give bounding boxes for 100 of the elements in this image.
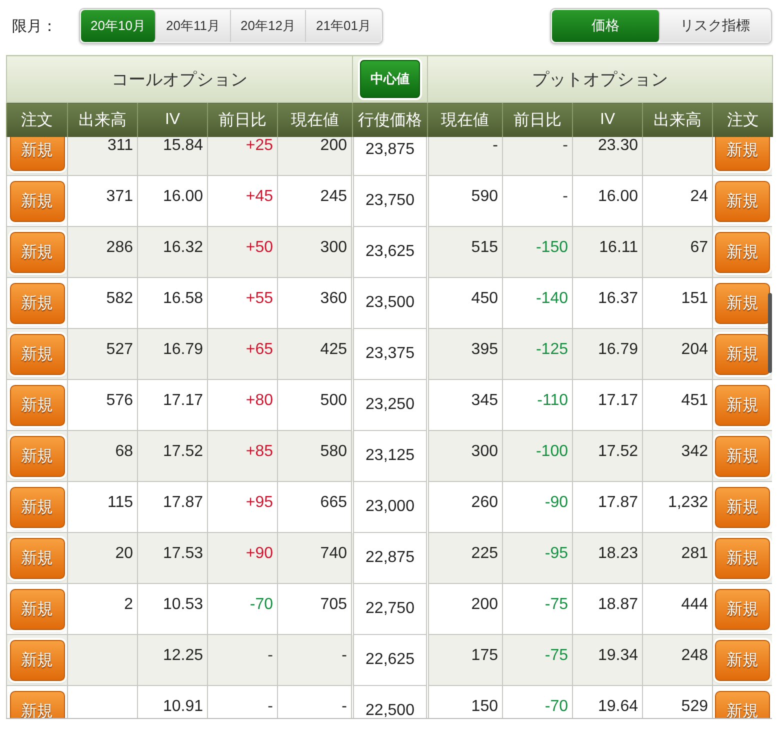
table-cell: 395 [471, 341, 498, 358]
new-order-button[interactable]: 新規 [715, 232, 770, 272]
scrollbar-thumb[interactable] [768, 293, 772, 373]
view-tab[interactable]: 価格 [552, 10, 660, 42]
column-header: 前日比 [502, 102, 573, 137]
table-cell: +85 [246, 443, 273, 460]
new-order-button[interactable]: 新規 [715, 588, 770, 630]
table-cell: 204 [681, 341, 708, 358]
table-cell: 175 [471, 647, 498, 664]
center-value-button[interactable]: 中心値 [360, 60, 420, 98]
column-header: 前日比 [208, 102, 278, 137]
new-order-button[interactable]: 新規 [10, 690, 64, 718]
column-header: 注文 [6, 102, 68, 137]
call-option-heading: コールオプション [6, 56, 353, 102]
strike-price: 23,125 [366, 447, 414, 464]
table-cell: -70 [544, 698, 568, 715]
table-cell: 16.58 [162, 290, 203, 307]
table-cell: 444 [681, 596, 708, 613]
strike-price: 23,375 [366, 345, 414, 362]
view-tab[interactable]: リスク指標 [660, 10, 770, 42]
table-cell: +95 [246, 494, 273, 511]
new-order-button[interactable]: 新規 [10, 588, 64, 630]
new-order-button[interactable]: 新規 [10, 232, 64, 272]
table-cell: 311 [107, 137, 133, 154]
table-cell: 2 [124, 596, 133, 613]
table-cell: 248 [681, 647, 708, 664]
table-cell: 16.79 [598, 341, 638, 358]
table-cell: 200 [320, 137, 347, 154]
new-order-button[interactable]: 新規 [10, 282, 64, 324]
table-cell: +50 [246, 239, 273, 256]
table-cell: 576 [106, 392, 133, 409]
new-order-button[interactable]: 新規 [10, 137, 64, 170]
strike-price: 23,250 [366, 396, 414, 413]
table-cell: 150 [471, 698, 498, 715]
strike-price: 22,500 [366, 702, 414, 718]
table-cell: -75 [544, 596, 568, 613]
new-order-button[interactable]: 新規 [10, 180, 64, 222]
table-cell: 16.37 [598, 290, 638, 307]
month-tab[interactable]: 21年01月 [306, 10, 381, 42]
table-cell: -75 [544, 647, 568, 664]
new-order-button[interactable]: 新規 [10, 486, 64, 528]
table-cell: -110 [537, 392, 568, 409]
new-order-button[interactable]: 新規 [10, 384, 64, 426]
column-header: 出来高 [642, 102, 713, 137]
month-tab[interactable]: 20年10月 [81, 10, 156, 42]
table-cell: 68 [115, 443, 133, 460]
new-order-button[interactable]: 新規 [10, 436, 64, 476]
table-cell: 16.11 [599, 239, 638, 256]
strike-price: 23,875 [366, 141, 414, 158]
table-cell: 529 [681, 698, 708, 715]
new-order-button[interactable]: 新規 [715, 180, 770, 222]
table-cell: 17.17 [162, 392, 203, 409]
table-cell: 20 [115, 545, 133, 562]
table-cell: +65 [246, 341, 273, 358]
new-order-button[interactable]: 新規 [715, 334, 770, 374]
table-cell: -100 [536, 443, 568, 460]
table-cell: 451 [681, 392, 708, 409]
table-cell: 17.87 [162, 494, 203, 511]
column-header: 出来高 [68, 102, 138, 137]
new-order-button[interactable]: 新規 [715, 384, 770, 426]
table-cell: 17.52 [598, 443, 638, 460]
table-cell: 225 [471, 545, 498, 562]
table-cell: 705 [320, 596, 347, 613]
table-cell: 527 [106, 341, 133, 358]
new-order-button[interactable]: 新規 [715, 486, 770, 528]
table-cell: -70 [250, 596, 273, 613]
new-order-button[interactable]: 新規 [10, 538, 64, 578]
table-cell: 281 [681, 545, 708, 562]
month-tab[interactable]: 20年12月 [231, 10, 306, 42]
new-order-button[interactable]: 新規 [715, 436, 770, 476]
put-option-heading: プットオプション [428, 56, 773, 102]
new-order-button[interactable]: 新規 [715, 282, 770, 324]
table-cell: 425 [320, 341, 347, 358]
new-order-button[interactable]: 新規 [715, 137, 770, 170]
table-cell: 500 [320, 392, 347, 409]
column-header: 注文 [712, 102, 773, 137]
table-cell: 17.17 [598, 392, 638, 409]
new-order-button[interactable]: 新規 [715, 690, 770, 718]
table-cell: - [268, 698, 273, 715]
table-cell: 115 [107, 494, 133, 511]
table-cell: 200 [471, 596, 498, 613]
table-cell: -150 [536, 239, 568, 256]
month-tab[interactable]: 20年11月 [156, 10, 231, 42]
table-cell: -125 [536, 341, 568, 358]
new-order-button[interactable]: 新規 [10, 334, 64, 374]
table-cell: - [342, 698, 347, 715]
new-order-button[interactable]: 新規 [715, 538, 770, 578]
new-order-button[interactable]: 新規 [10, 640, 64, 680]
table-cell: 16.79 [162, 341, 203, 358]
table-cell: +90 [246, 545, 273, 562]
table-cell: 18.23 [598, 545, 638, 562]
table-cell: - [492, 137, 498, 154]
table-cell: - [562, 137, 568, 154]
table-cell: 582 [106, 290, 133, 307]
table-cell: +45 [246, 188, 273, 205]
table-cell: -140 [536, 290, 568, 307]
table-cell: 17.53 [162, 545, 203, 562]
new-order-button[interactable]: 新規 [715, 640, 770, 680]
table-cell: 15.84 [162, 137, 203, 154]
table-cell: 17.52 [162, 443, 203, 460]
